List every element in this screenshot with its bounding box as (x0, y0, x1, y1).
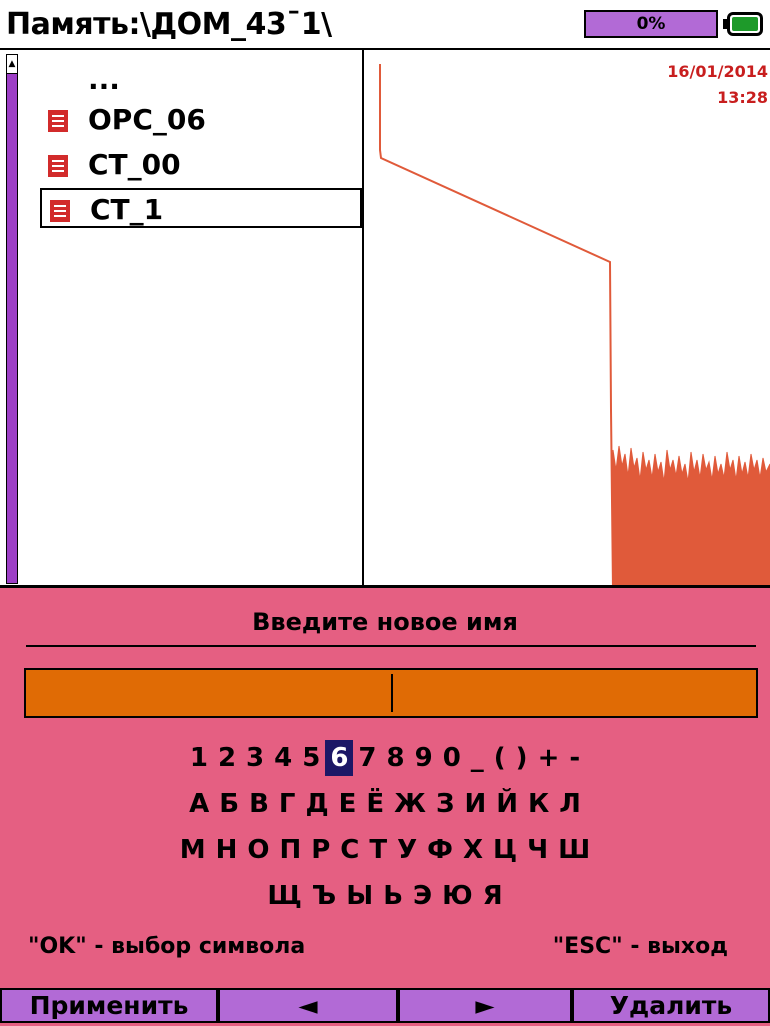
key-2-5[interactable]: С (335, 832, 364, 868)
key-0-12[interactable]: ) (511, 740, 533, 776)
key-0-13[interactable]: + (533, 740, 565, 776)
key-2-4[interactable]: Р (306, 832, 335, 868)
key-1-7[interactable]: Ж (389, 786, 431, 822)
file-item-ct1[interactable]: CT_1 (40, 188, 362, 228)
cursor-right-button[interactable]: ► (400, 990, 570, 1021)
key-1-3[interactable]: Г (274, 786, 301, 822)
key-0-11[interactable]: ( (489, 740, 511, 776)
keyboard-row-letters-3: ЩЪЫЬЭЮЯ (0, 878, 770, 916)
progress-indicator: 0% (584, 10, 718, 38)
text-cursor (391, 674, 393, 712)
key-0-14[interactable]: - (564, 740, 585, 776)
memory-path-title: Память:\ДОМ_43ˉ1\ (6, 7, 332, 42)
trace-noise (612, 445, 770, 590)
key-1-4[interactable]: Д (300, 786, 333, 822)
file-item-label: CT_00 (88, 148, 181, 181)
key-2-10[interactable]: Ц (488, 832, 522, 868)
softkey-bar: Применить ◄ ► Удалить (0, 988, 770, 1023)
key-0-8[interactable]: 9 (410, 740, 438, 776)
rename-dialog: Введите новое имя 1 2 3 4 5 6 7 8 9 0 _() + - АБВГДЕ… (0, 585, 770, 1026)
key-0-7[interactable]: 8 (382, 740, 410, 776)
key-1-2[interactable]: В (244, 786, 274, 822)
trace-line (379, 64, 614, 590)
key-1-10[interactable]: Й (491, 786, 523, 822)
key-2-8[interactable]: Ф (422, 832, 458, 868)
cursor-left-button[interactable]: ◄ (220, 990, 396, 1021)
file-item-parent[interactable]: ... (40, 60, 362, 100)
document-icon (48, 110, 68, 132)
document-icon (48, 155, 68, 177)
battery-icon (723, 12, 763, 36)
key-2-3[interactable]: П (274, 832, 306, 868)
key-1-1[interactable]: Б (214, 786, 244, 822)
key-2-6[interactable]: Т (364, 832, 392, 868)
key-1-6[interactable]: Ё (361, 786, 389, 822)
keyboard-row-letters-1: АБВГДЕЁЖЗИЙКЛ (0, 786, 770, 824)
dialog-divider (26, 645, 756, 647)
key-3-0[interactable]: Щ (262, 878, 306, 914)
key-0-2[interactable]: 3 (241, 740, 269, 776)
delete-button[interactable]: Удалить (574, 990, 768, 1021)
key-0-1[interactable]: 2 (213, 740, 241, 776)
keyboard-row-digits: 1 2 3 4 5 6 7 8 9 0 _() + - (0, 740, 770, 778)
key-3-5[interactable]: Ю (437, 878, 478, 914)
key-3-3[interactable]: Ь (378, 878, 408, 914)
trace-time: 13:28 (717, 88, 768, 107)
keyboard-row-letters-2: МНОПРСТУФХЦЧШ (0, 832, 770, 870)
document-icon (50, 200, 70, 222)
hint-esc: "ESC" - выход (552, 934, 728, 959)
key-2-7[interactable]: У (392, 832, 422, 868)
trace-date: 16/01/2014 (667, 62, 768, 81)
key-0-10[interactable]: _ (466, 740, 489, 776)
dialog-title: Введите новое имя (252, 608, 518, 636)
file-list-scrollbar[interactable]: ▲ (6, 54, 18, 584)
key-1-11[interactable]: К (523, 786, 554, 822)
key-2-12[interactable]: Ш (553, 832, 595, 868)
key-3-4[interactable]: Э (408, 878, 437, 914)
key-0-6[interactable]: 7 (353, 740, 381, 776)
key-1-12[interactable]: Л (554, 786, 586, 822)
trace-preview: 16/01/2014 13:28 (364, 50, 770, 590)
key-0-9[interactable]: 0 (438, 740, 466, 776)
hint-ok: "OK" - выбор символа (28, 934, 306, 959)
key-2-0[interactable]: М (175, 832, 211, 868)
key-2-1[interactable]: Н (211, 832, 243, 868)
key-0-3[interactable]: 4 (269, 740, 297, 776)
reflectogram-trace (379, 64, 770, 590)
file-list: ... OPC_06 CT_00 CT_1 (22, 50, 362, 590)
header-bar: Память:\ДОМ_43ˉ1\ 0% (0, 0, 770, 50)
key-1-5[interactable]: Е (334, 786, 362, 822)
key-1-9[interactable]: И (459, 786, 491, 822)
key-1-0[interactable]: А (184, 786, 214, 822)
key-2-2[interactable]: О (242, 832, 274, 868)
file-item-label: ... (88, 63, 120, 96)
scroll-up-icon[interactable]: ▲ (7, 55, 17, 74)
key-0-4[interactable]: 5 (297, 740, 325, 776)
file-item-label: CT_1 (90, 193, 164, 226)
file-item-label: OPC_06 (88, 103, 206, 136)
file-item-opc06[interactable]: OPC_06 (40, 100, 362, 140)
file-item-ct00[interactable]: CT_00 (40, 145, 362, 185)
key-1-8[interactable]: З (431, 786, 459, 822)
key-0-5[interactable]: 6 (325, 740, 354, 776)
key-3-2[interactable]: Ы (341, 878, 378, 914)
key-2-9[interactable]: Х (458, 832, 488, 868)
apply-button[interactable]: Применить (2, 990, 216, 1021)
key-3-6[interactable]: Я (478, 878, 508, 914)
name-input[interactable] (24, 668, 758, 718)
key-2-11[interactable]: Ч (522, 832, 553, 868)
key-3-1[interactable]: Ъ (307, 878, 341, 914)
key-0-0[interactable]: 1 (185, 740, 213, 776)
